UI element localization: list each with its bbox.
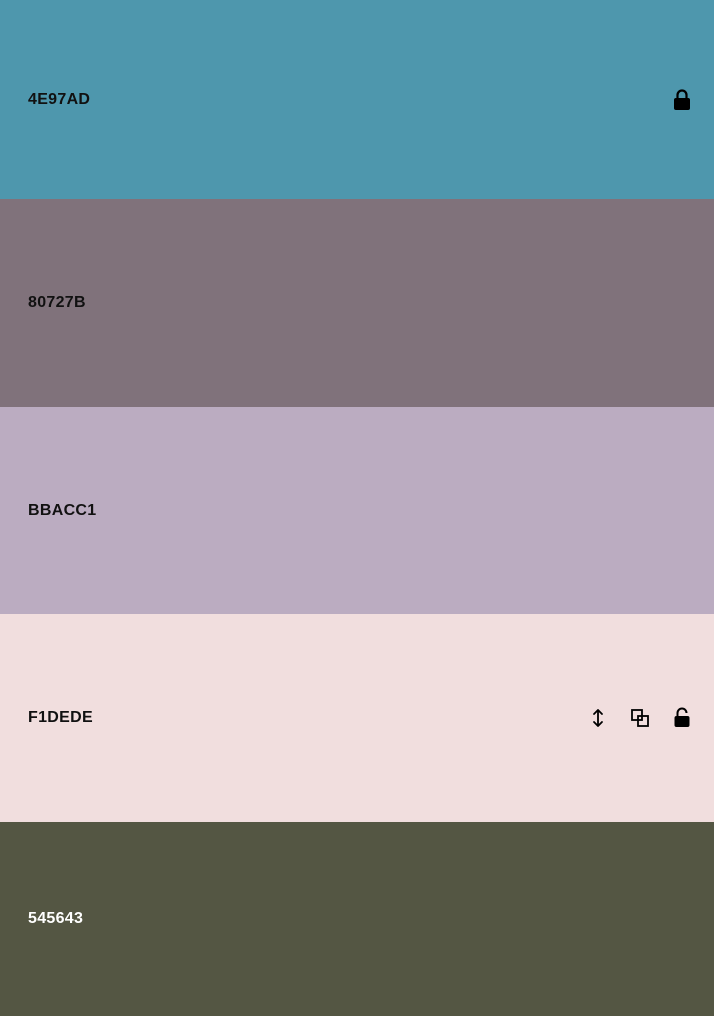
color-swatch[interactable]: 545643 [0,822,714,1016]
copy-icon[interactable] [630,706,650,730]
color-palette: 4E97AD 80727B BBACC1 F1DEDE 545643 [0,0,714,1016]
hex-code-label[interactable]: 545643 [28,910,83,928]
hex-code-label[interactable]: BBACC1 [28,502,96,520]
drag-vertical-icon[interactable] [588,706,608,730]
color-swatch[interactable]: 80727B [0,199,714,407]
color-swatch[interactable]: F1DEDE [0,614,714,822]
lock-icon[interactable] [672,88,692,112]
color-swatch[interactable]: BBACC1 [0,407,714,614]
hex-code-label[interactable]: 80727B [28,294,86,312]
unlock-icon[interactable] [672,706,692,730]
hex-code-label[interactable]: 4E97AD [28,91,90,109]
hex-code-label[interactable]: F1DEDE [28,709,93,727]
swatch-actions [588,706,692,730]
swatch-actions [672,88,692,112]
color-swatch[interactable]: 4E97AD [0,0,714,199]
